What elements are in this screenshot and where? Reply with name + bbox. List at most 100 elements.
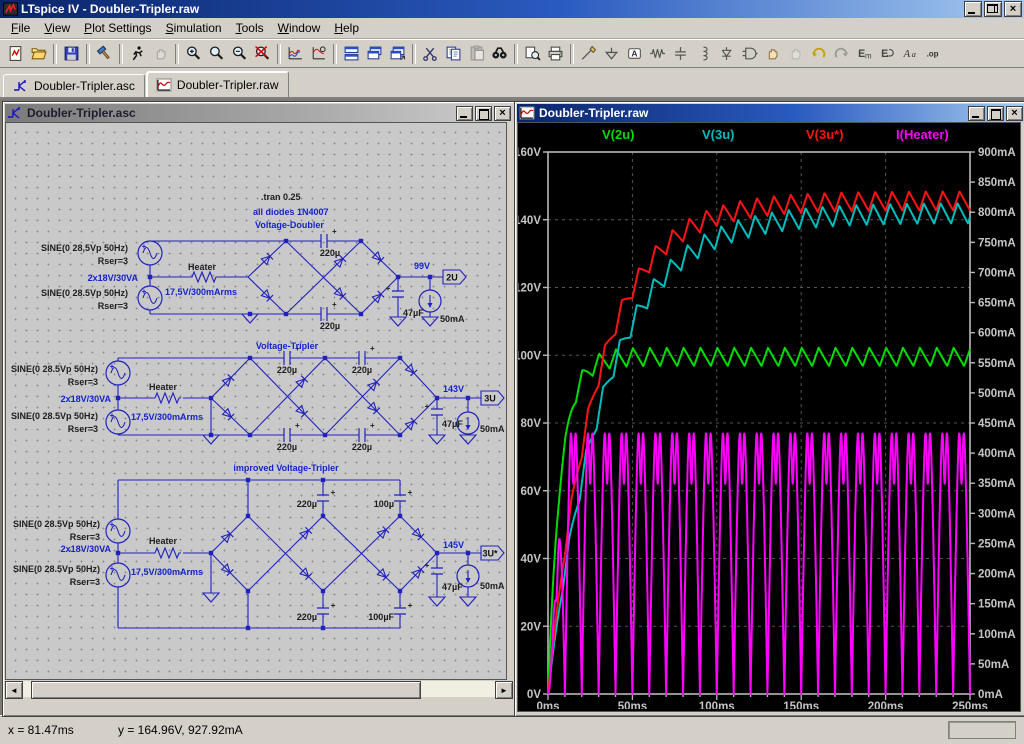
cursor-y-readout: y = 164.96V, 927.92mA xyxy=(118,723,243,737)
legend-V(3u*)[interactable]: V(3u*) xyxy=(806,127,844,142)
legend-V(3u)[interactable]: V(3u) xyxy=(702,127,735,142)
open-button[interactable] xyxy=(27,42,50,65)
zoom-out-button[interactable] xyxy=(228,42,251,65)
zoom-full-icon xyxy=(208,45,225,62)
place-diode-button[interactable] xyxy=(715,42,738,65)
child-minimize-button[interactable] xyxy=(456,106,473,121)
scroll-track[interactable] xyxy=(23,681,495,697)
restore-button[interactable] xyxy=(984,1,1002,17)
place-net-label-button[interactable]: A xyxy=(623,42,646,65)
legend-V(2u)[interactable]: V(2u) xyxy=(602,127,635,142)
place-resistor-button[interactable] xyxy=(646,42,669,65)
schematic-label: SINE(0 28.5Vp 50Hz) xyxy=(11,364,98,374)
scroll-thumb[interactable] xyxy=(31,681,421,699)
child-maximize-button[interactable] xyxy=(987,106,1004,121)
toolbar-separator xyxy=(175,44,179,64)
spice-directive-button[interactable]: .op xyxy=(922,42,945,65)
mirror-button[interactable]: Em xyxy=(853,42,876,65)
copy-button[interactable] xyxy=(442,42,465,65)
menu-simulation[interactable]: Simulation xyxy=(159,19,229,37)
place-component-button[interactable] xyxy=(738,42,761,65)
autorange-button[interactable] xyxy=(284,42,307,65)
trace-I(Heater)[interactable] xyxy=(548,434,970,695)
schematic-window-titlebar: Doubler-Tripler.asc × xyxy=(5,104,513,122)
child-minimize-button[interactable] xyxy=(968,106,985,121)
svg-text:+: + xyxy=(332,300,337,309)
waveform-panel[interactable]: 160V140V120V100V80V60V40V20V0V900mA850mA… xyxy=(517,122,1021,712)
svg-text:+: + xyxy=(142,287,147,296)
tab-doubler-tripler-asc[interactable]: Doubler-Tripler.asc xyxy=(3,74,145,97)
right-axis-tick: 500mA xyxy=(978,388,1016,400)
toolbar-separator xyxy=(86,44,90,64)
print-button[interactable] xyxy=(544,42,567,65)
drag-button xyxy=(784,42,807,65)
right-axis-tick: 250mA xyxy=(978,538,1016,550)
save-button[interactable] xyxy=(60,42,83,65)
menu-tools[interactable]: Tools xyxy=(229,19,271,37)
print-preview-button[interactable] xyxy=(521,42,544,65)
app-icon xyxy=(3,2,18,16)
menu-file[interactable]: File xyxy=(4,19,37,37)
schematic-window-title: Doubler-Tripler.asc xyxy=(27,106,456,120)
cascade-arrange-button[interactable] xyxy=(386,42,409,65)
control-panel-button[interactable] xyxy=(93,42,116,65)
svg-text:+: + xyxy=(370,344,375,353)
run-button[interactable] xyxy=(126,42,149,65)
cut-button[interactable] xyxy=(419,42,442,65)
zoom-cancel-button[interactable] xyxy=(251,42,274,65)
schematic-label: Rser=3 xyxy=(68,377,98,387)
left-axis-tick: 20V xyxy=(521,621,542,633)
find-button[interactable] xyxy=(488,42,511,65)
place-inductor-button[interactable] xyxy=(692,42,715,65)
redo-button[interactable] xyxy=(830,42,853,65)
right-axis-tick: 850mA xyxy=(978,177,1016,189)
schematic-label: SINE(0 28.5Vp 50Hz) xyxy=(13,564,100,574)
plot-settings-button[interactable] xyxy=(307,42,330,65)
left-axis-tick: 80V xyxy=(521,418,542,430)
move-button[interactable] xyxy=(761,42,784,65)
schematic-icon xyxy=(7,106,23,120)
schematic-drawing: +++++++++++++++++++2U3U3U*.tran 0.25all … xyxy=(6,123,506,679)
waveform-icon xyxy=(156,78,172,92)
toolbar-separator xyxy=(412,44,416,64)
legend-I(Heater)[interactable]: I(Heater) xyxy=(896,127,949,142)
place-ground-button[interactable] xyxy=(600,42,623,65)
cascade-button[interactable] xyxy=(363,42,386,65)
x-axis-tick: 250ms xyxy=(952,701,988,709)
tile-horizontal-button[interactable] xyxy=(340,42,363,65)
trace-V(3u*)[interactable] xyxy=(548,192,970,694)
tab-doubler-tripler-raw[interactable]: Doubler-Tripler.raw xyxy=(146,71,289,97)
menu-plot-settings[interactable]: Plot Settings xyxy=(77,19,158,37)
zoom-in-button[interactable] xyxy=(182,42,205,65)
menu-view[interactable]: View xyxy=(37,19,77,37)
draw-wire-button[interactable] xyxy=(577,42,600,65)
scroll-right-button[interactable]: ► xyxy=(495,681,513,699)
schematic-canvas[interactable]: +++++++++++++++++++2U3U3U*.tran 0.25all … xyxy=(5,122,507,680)
child-close-button[interactable]: × xyxy=(494,106,511,121)
right-axis-tick: 50mA xyxy=(978,659,1009,671)
minimize-button[interactable] xyxy=(964,1,982,17)
right-axis-tick: 200mA xyxy=(978,569,1016,581)
right-axis-tick: 650mA xyxy=(978,298,1016,310)
toolbar-separator xyxy=(119,44,123,64)
place-text-button[interactable]: Aa xyxy=(899,42,922,65)
close-button[interactable]: × xyxy=(1004,1,1022,17)
place-capacitor-button[interactable] xyxy=(669,42,692,65)
svg-text:+: + xyxy=(386,284,391,293)
right-axis-tick: 900mA xyxy=(978,147,1016,159)
new-schematic-button[interactable] xyxy=(4,42,27,65)
menu-window[interactable]: Window xyxy=(271,19,328,37)
child-maximize-button[interactable] xyxy=(475,106,492,121)
scroll-left-button[interactable]: ◄ xyxy=(5,681,23,699)
svg-text:a: a xyxy=(912,49,916,59)
schematic-label: Voltage-Tripler xyxy=(256,341,319,351)
undo-button[interactable] xyxy=(807,42,830,65)
svg-text:+: + xyxy=(370,421,375,430)
schematic-label: 47µF xyxy=(442,419,463,429)
rotate-button[interactable]: E xyxy=(876,42,899,65)
child-close-button[interactable]: × xyxy=(1006,106,1023,121)
net-flag-label: 2U xyxy=(446,273,458,283)
menu-help[interactable]: Help xyxy=(327,19,366,37)
schematic-hscrollbar[interactable]: ◄ ► xyxy=(5,681,513,697)
zoom-full-extents-button[interactable] xyxy=(205,42,228,65)
